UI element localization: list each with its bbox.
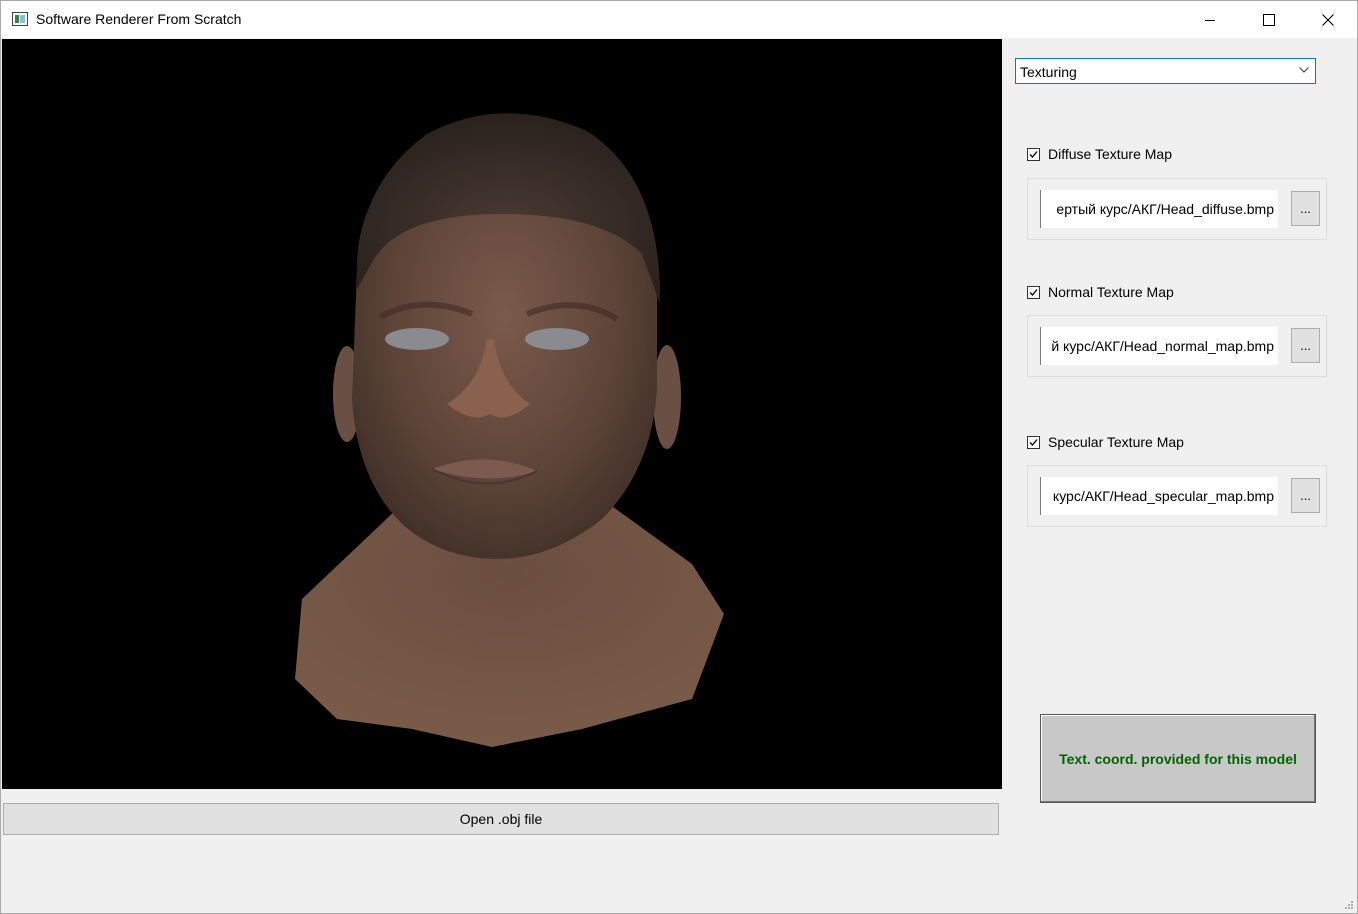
specular-checkbox-row[interactable]: Specular Texture Map [1027,433,1184,451]
app-window-icon [12,12,28,26]
status-text: Text. coord. provided for this model [1059,750,1297,767]
minimize-button[interactable] [1181,1,1239,38]
normal-path-group: й курс/АКГ/Head_normal_map.bmp ... [1027,315,1327,377]
normal-label: Normal Texture Map [1048,284,1174,300]
specular-path-group: курс/АКГ/Head_specular_map.bmp ... [1027,465,1327,527]
normal-browse-button[interactable]: ... [1291,328,1320,363]
app-window: Software Renderer From Scratch Open .obj… [0,0,1358,914]
normal-path-input[interactable]: й курс/АКГ/Head_normal_map.bmp [1040,327,1278,365]
specular-path-input[interactable]: курс/АКГ/Head_specular_map.bmp [1040,477,1278,515]
diffuse-label: Diffuse Texture Map [1048,146,1172,162]
diffuse-browse-button[interactable]: ... [1291,191,1320,226]
minimize-icon [1205,19,1215,21]
normal-checkbox[interactable] [1027,285,1040,299]
open-obj-button[interactable]: Open .obj file [3,803,999,835]
mode-select-value: Texturing [1020,64,1077,80]
checkmark-icon [1029,288,1038,296]
diffuse-path-input[interactable]: ертый курс/АКГ/Head_diffuse.bmp [1040,190,1278,228]
head-render-image [295,113,724,747]
diffuse-checkbox[interactable] [1027,147,1040,161]
normal-checkbox-row[interactable]: Normal Texture Map [1027,283,1174,301]
specular-label: Specular Texture Map [1048,434,1184,450]
diffuse-path-group: ертый курс/АКГ/Head_diffuse.bmp ... [1027,178,1327,240]
title-bar[interactable]: Software Renderer From Scratch [1,1,1357,38]
specular-checkbox[interactable] [1027,435,1040,449]
texture-coord-status: Text. coord. provided for this model [1040,714,1316,803]
mode-select[interactable]: Texturing [1015,58,1316,84]
close-icon [1322,13,1334,26]
chevron-down-icon [1299,67,1309,73]
resize-grip-icon[interactable] [1344,900,1354,910]
specular-browse-button[interactable]: ... [1291,478,1320,513]
maximize-icon [1263,13,1275,26]
maximize-button[interactable] [1240,1,1298,38]
checkmark-icon [1029,438,1038,446]
render-viewport[interactable] [2,39,1002,789]
close-button[interactable] [1299,1,1357,38]
checkmark-icon [1029,150,1038,158]
window-title: Software Renderer From Scratch [36,11,242,27]
diffuse-checkbox-row[interactable]: Diffuse Texture Map [1027,145,1172,163]
